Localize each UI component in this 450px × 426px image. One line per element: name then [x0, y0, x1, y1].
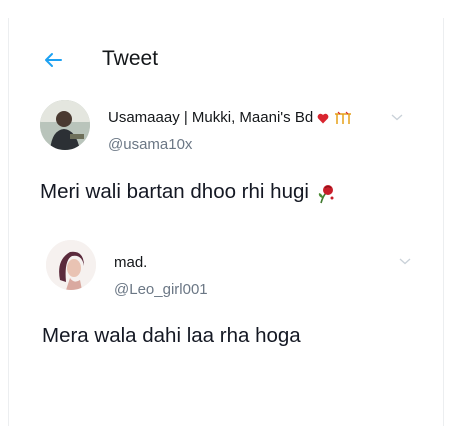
header-bar: Tweet [0, 0, 450, 80]
user-handle[interactable]: @Leo_girl001 [114, 281, 208, 298]
avatar[interactable] [46, 240, 96, 290]
back-button[interactable] [40, 47, 66, 73]
tweet-main[interactable]: Usamaaay | Mukki, Maani's Bd @usama10x M… [0, 96, 450, 226]
chevron-down-icon[interactable] [398, 256, 412, 266]
user-handle[interactable]: @usama10x [108, 136, 192, 153]
tweet-text: Mera wala dahi laa rha hoga [42, 324, 301, 347]
page-title: Tweet [102, 47, 159, 70]
display-name[interactable]: Usamaaay | Mukki, Maani's Bd [108, 109, 352, 126]
sparkle-gift-icon [334, 111, 351, 125]
tweet-text-content: Meri wali bartan dhoo rhi hugi [40, 180, 309, 203]
wilted-rose-icon [318, 184, 334, 203]
display-name-text: Usamaaay | Mukki, Maani's Bd [108, 109, 314, 126]
avatar[interactable] [40, 100, 90, 150]
arrow-left-icon [45, 53, 62, 67]
user-avatar-image [46, 240, 96, 290]
user-avatar-image [40, 100, 90, 150]
display-name[interactable]: mad. [114, 254, 147, 271]
tweet-reply[interactable]: mad. @Leo_girl001 Mera wala dahi laa rha… [0, 240, 450, 360]
chevron-down-icon[interactable] [390, 112, 404, 122]
tweet-text: Meri wali bartan dhoo rhi hugi [40, 180, 337, 204]
heart-icon [317, 113, 329, 124]
